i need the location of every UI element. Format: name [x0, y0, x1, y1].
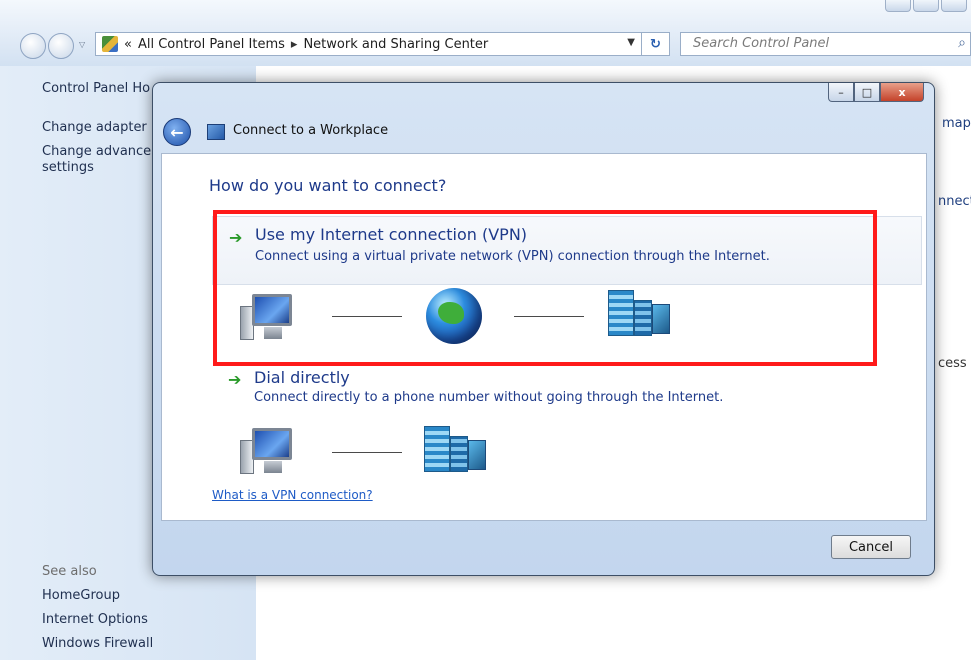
sidebar-item-control-panel-home[interactable]: Control Panel Ho	[42, 81, 150, 96]
workplace-building-icon	[424, 426, 486, 472]
breadcrumb-chevron[interactable]: «	[124, 37, 132, 52]
connect-link-fragment[interactable]: nnect	[938, 194, 971, 209]
dial-directly-option[interactable]: ➔ Dial directly Connect directly to a ph…	[212, 366, 922, 406]
sidebar-item-windows-firewall[interactable]: Windows Firewall	[42, 636, 153, 651]
dialog-maximize-button[interactable]: □	[854, 83, 880, 102]
see-full-map-link-fragment[interactable]: map	[942, 116, 971, 131]
search-input[interactable]: Search Control Panel ⌕	[680, 32, 971, 56]
dialog-window-controls: – □ x	[828, 83, 924, 102]
address-dropdown-icon[interactable]: ▼	[627, 37, 635, 48]
connection-line	[332, 452, 402, 453]
computer-icon	[238, 424, 294, 478]
sidebar-item-homegroup[interactable]: HomeGroup	[42, 588, 120, 603]
sidebar-item-change-adapter[interactable]: Change adapter	[42, 120, 147, 135]
dialog-close-button[interactable]: x	[880, 83, 924, 102]
search-icon[interactable]: ⌕	[958, 35, 966, 51]
dialog-title: Connect to a Workplace	[233, 123, 389, 138]
green-arrow-icon: ➔	[228, 370, 242, 389]
sidebar-item-change-advanced[interactable]: Change advance	[42, 144, 151, 159]
explorer-window-controls	[883, 0, 967, 12]
breadcrumb-all-items[interactable]: All Control Panel Items	[138, 37, 285, 52]
explorer-close-button[interactable]	[941, 0, 967, 12]
dial-option-description[interactable]: Connect directly to a phone number witho…	[254, 390, 723, 405]
dial-option-title[interactable]: Dial directly	[254, 368, 350, 387]
connect-question: How do you want to connect?	[209, 176, 447, 195]
cancel-button[interactable]: Cancel	[831, 535, 911, 559]
explorer-minimize-button[interactable]	[885, 0, 911, 12]
workplace-network-icon	[207, 124, 225, 140]
explorer-titlebar: ▽ « All Control Panel Items ▸ Network an…	[0, 0, 971, 66]
access-text-fragment: cess	[938, 356, 967, 371]
back-nav-button[interactable]	[20, 33, 46, 59]
dialog-minimize-button[interactable]: –	[828, 83, 854, 102]
connect-workplace-dialog: – □ x ← Connect to a Workplace How do yo…	[152, 82, 935, 576]
recent-pages-dropdown-icon[interactable]: ▽	[79, 40, 85, 49]
explorer-maximize-button[interactable]	[913, 0, 939, 12]
control-panel-icon	[102, 36, 118, 52]
sidebar-item-settings[interactable]: settings	[42, 160, 94, 175]
breadcrumb-network-center[interactable]: Network and Sharing Center	[303, 37, 488, 52]
search-placeholder: Search Control Panel	[693, 36, 830, 51]
see-also-label: See also	[42, 564, 97, 579]
address-bar[interactable]: « All Control Panel Items ▸ Network and …	[95, 32, 670, 56]
dialog-back-button[interactable]: ←	[163, 118, 191, 146]
sidebar-item-internet-options[interactable]: Internet Options	[42, 612, 148, 627]
forward-nav-button[interactable]	[48, 33, 74, 59]
refresh-icon[interactable]: ↻	[641, 32, 669, 56]
breadcrumb-separator[interactable]: ▸	[291, 37, 298, 52]
vpn-option-highlight-box	[213, 210, 877, 366]
what-is-vpn-link[interactable]: What is a VPN connection?	[212, 488, 373, 502]
